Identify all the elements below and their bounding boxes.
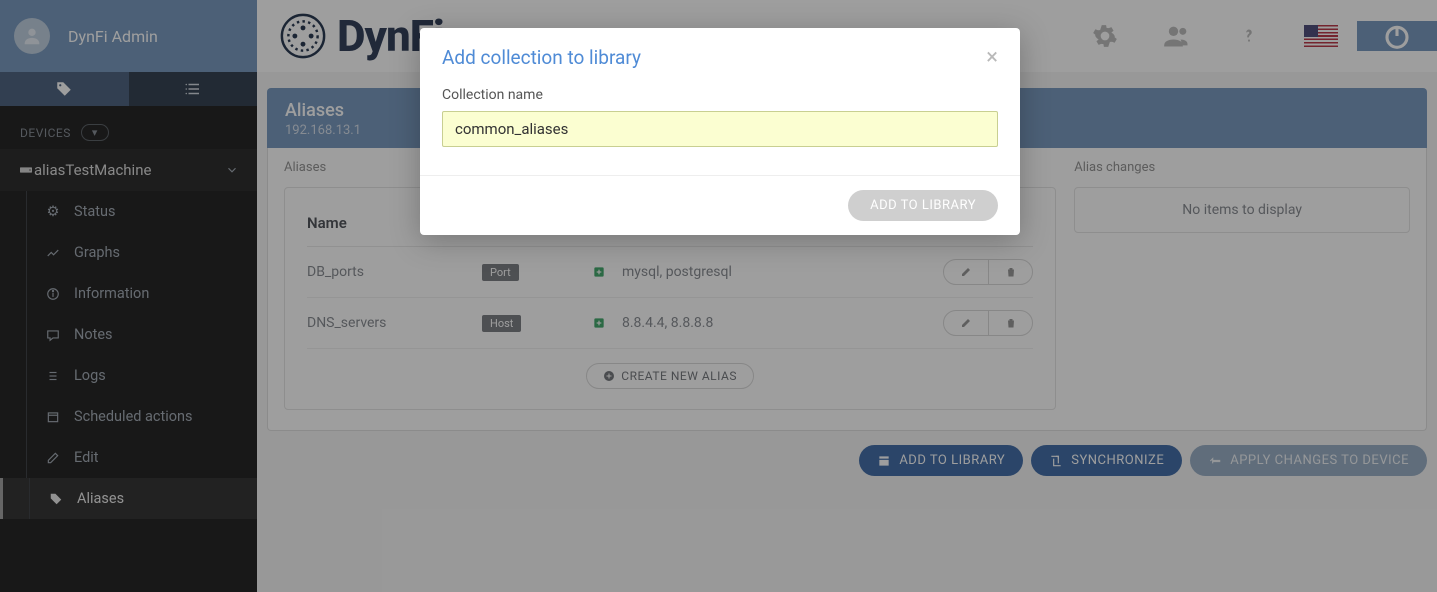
add-collection-modal: Add collection to library × Collection n…: [420, 28, 1020, 235]
modal-title: Add collection to library: [442, 46, 641, 69]
close-icon[interactable]: ×: [986, 47, 998, 69]
collection-name-label: Collection name: [442, 87, 998, 103]
modal-add-button[interactable]: ADD TO LIBRARY: [848, 190, 998, 221]
btn-label: ADD TO LIBRARY: [870, 198, 976, 213]
collection-name-input[interactable]: [442, 111, 998, 147]
